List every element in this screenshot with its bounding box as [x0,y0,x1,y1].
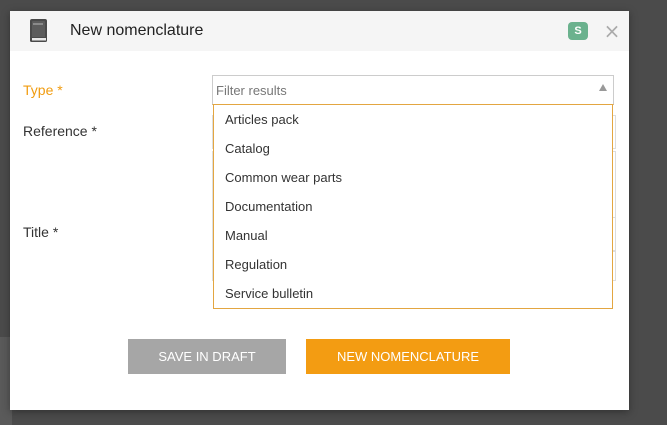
new-nomenclature-button[interactable]: NEW NOMENCLATURE [306,339,510,374]
option-documentation[interactable]: Documentation [214,192,612,221]
dialog-title: New nomenclature [70,22,204,39]
save-in-draft-button[interactable]: SAVE IN DRAFT [128,339,286,374]
type-dropdown-list: Articles pack Catalog Common wear parts … [213,105,613,309]
option-common-wear-parts[interactable]: Common wear parts [214,163,612,192]
new-nomenclature-dialog: New nomenclature S × Type * Reference * … [10,11,629,410]
close-icon[interactable]: × [602,20,622,42]
caret-up-icon[interactable] [599,84,607,91]
option-manual[interactable]: Manual [214,221,612,250]
option-articles-pack[interactable]: Articles pack [214,105,612,134]
reference-label: Reference * [23,123,97,139]
option-regulation[interactable]: Regulation [214,250,612,279]
option-catalog[interactable]: Catalog [214,134,612,163]
type-label: Type * [23,82,63,98]
type-select[interactable] [212,75,614,105]
option-service-bulletin[interactable]: Service bulletin [214,279,612,308]
book-icon [28,18,50,44]
title-label: Title * [23,224,59,240]
status-badge: S [568,22,588,40]
dialog-header: New nomenclature S × [10,11,629,51]
filter-results-input[interactable] [216,78,586,102]
